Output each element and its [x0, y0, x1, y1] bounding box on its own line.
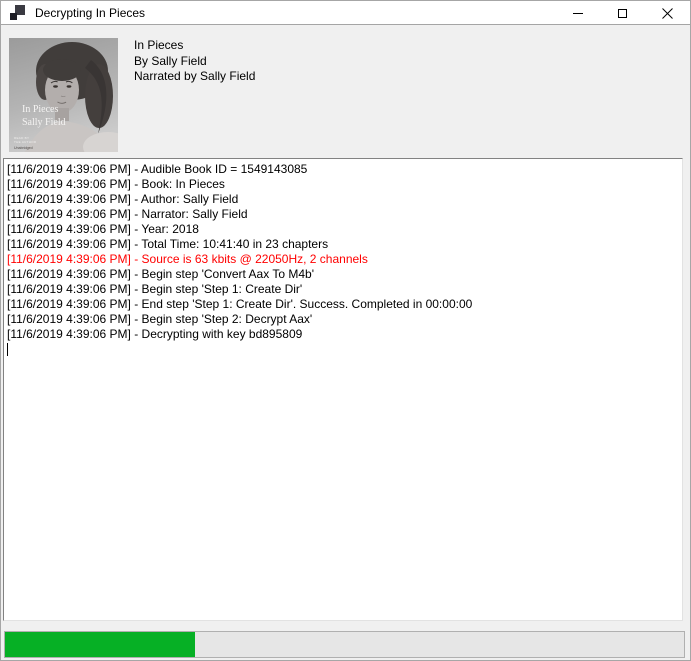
maximize-icon [618, 9, 627, 18]
progress-fill [5, 632, 195, 657]
app-icon-square-small [10, 13, 17, 20]
app-icon[interactable] [10, 5, 25, 20]
log-line: [11/6/2019 4:39:06 PM] - Begin step 'Ste… [7, 312, 678, 327]
maximize-button[interactable] [600, 1, 645, 25]
log-line: [11/6/2019 4:39:06 PM] - End step 'Step … [7, 297, 678, 312]
book-info: In Pieces By Sally Field Narrated by Sal… [134, 38, 255, 85]
book-title: In Pieces [134, 38, 255, 54]
window-controls [555, 1, 690, 25]
client-area: In Pieces Sally Field READ BY THE AUTHOR… [1, 26, 690, 660]
log-lines: [11/6/2019 4:39:06 PM] - Audible Book ID… [7, 162, 678, 342]
cover-badge-line2: THE AUTHOR [14, 140, 37, 144]
caret-line [7, 342, 678, 357]
cover-title: In Pieces [22, 104, 58, 115]
titlebar[interactable]: Decrypting In Pieces [1, 1, 690, 25]
log-line: [11/6/2019 4:39:06 PM] - Begin step 'Con… [7, 267, 678, 282]
minimize-icon [573, 13, 583, 14]
text-caret [7, 343, 8, 356]
log-textbox[interactable]: [11/6/2019 4:39:06 PM] - Audible Book ID… [3, 158, 683, 621]
window-title: Decrypting In Pieces [35, 6, 145, 20]
log-line: [11/6/2019 4:39:06 PM] - Decrypting with… [7, 327, 678, 342]
log-line: [11/6/2019 4:39:06 PM] - Author: Sally F… [7, 192, 678, 207]
book-author-line: By Sally Field [134, 54, 255, 70]
close-button[interactable] [645, 1, 690, 25]
progress-bar [4, 631, 685, 658]
cover-author: Sally Field [22, 117, 66, 128]
log-line: [11/6/2019 4:39:06 PM] - Total Time: 10:… [7, 237, 678, 252]
app-window: Decrypting In Pieces [0, 0, 691, 661]
log-line: [11/6/2019 4:39:06 PM] - Book: In Pieces [7, 177, 678, 192]
close-icon [662, 8, 673, 19]
log-line: [11/6/2019 4:39:06 PM] - Source is 63 kb… [7, 252, 678, 267]
log-line: [11/6/2019 4:39:06 PM] - Audible Book ID… [7, 162, 678, 177]
log-line: [11/6/2019 4:39:06 PM] - Begin step 'Ste… [7, 282, 678, 297]
book-narrator-line: Narrated by Sally Field [134, 69, 255, 85]
log-line: [11/6/2019 4:39:06 PM] - Year: 2018 [7, 222, 678, 237]
cover-edition: Unabridged [14, 146, 33, 150]
minimize-button[interactable] [555, 1, 600, 25]
log-line: [11/6/2019 4:39:06 PM] - Narrator: Sally… [7, 207, 678, 222]
book-cover-image: In Pieces Sally Field READ BY THE AUTHOR… [9, 38, 118, 152]
